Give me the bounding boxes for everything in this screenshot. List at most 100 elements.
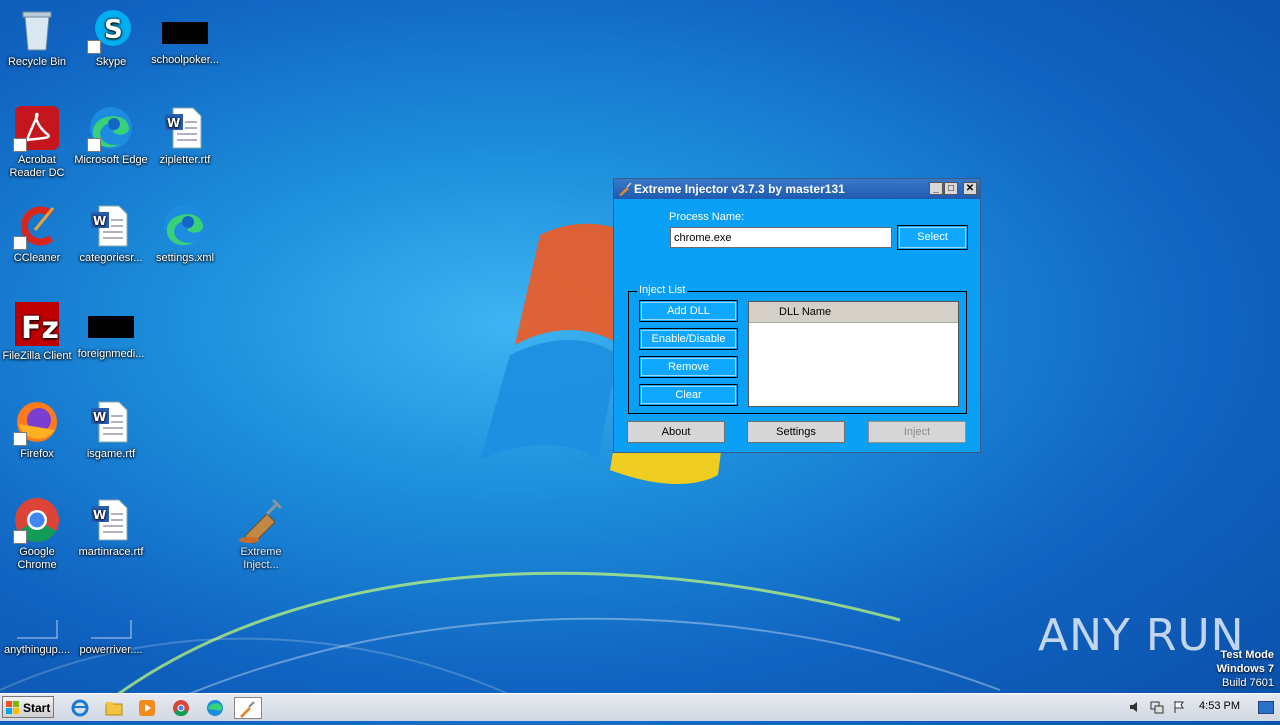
icon-label: foreignmedi... xyxy=(77,348,145,360)
window-title: Extreme Injector v3.7.3 by master131 xyxy=(634,182,845,196)
firefox-icon xyxy=(13,398,61,446)
select-button[interactable]: Select xyxy=(897,225,968,250)
desktop-icon-firefox[interactable]: Firefox xyxy=(0,398,74,461)
shortcut-arrow-icon xyxy=(13,432,27,446)
about-button[interactable]: About xyxy=(627,421,725,443)
desktop-icon-anythingup[interactable]: anythingup.... xyxy=(0,594,74,657)
icon-label: FileZilla Client xyxy=(2,350,72,362)
desktop-icon-edge[interactable]: Microsoft Edge xyxy=(74,104,148,167)
test-mode-text: Test Mode xyxy=(1220,649,1274,661)
word-doc-icon: W xyxy=(161,104,209,152)
desktop-icon-martinrace[interactable]: W martinrace.rtf xyxy=(74,496,148,559)
desktop-icon-skype[interactable]: S Skype xyxy=(74,6,148,69)
clock[interactable]: 4:53 PM xyxy=(1199,700,1240,712)
desktop-icon-recycle-bin[interactable]: Recycle Bin xyxy=(0,6,74,69)
desktop-icon-foreignmedi[interactable]: foreignmedi... xyxy=(74,300,148,361)
icon-label: Recycle Bin xyxy=(7,56,67,68)
taskbar-extreme-injector[interactable] xyxy=(234,697,262,719)
media-player-icon xyxy=(139,700,155,716)
remove-button[interactable]: Remove xyxy=(639,356,738,378)
desktop-icon-categoriesr[interactable]: W categoriesr... xyxy=(74,202,148,265)
start-button[interactable]: Start xyxy=(2,696,54,718)
svg-text:W: W xyxy=(167,116,180,130)
desktop-icon-zipletter[interactable]: W zipletter.rtf xyxy=(148,104,222,167)
enable-disable-button[interactable]: Enable/Disable xyxy=(639,328,738,350)
icon-label: isgame.rtf xyxy=(86,448,136,460)
desktop-icon-filezilla[interactable]: Fz FileZilla Client xyxy=(0,300,74,363)
icon-label: Extreme Inject... xyxy=(240,546,282,571)
inject-list-group: Inject List Add DLL Enable/Disable Remov… xyxy=(628,284,967,414)
ie-icon xyxy=(71,699,89,717)
os-version-text: Windows 7 xyxy=(1216,663,1274,675)
icon-label: Microsoft Edge xyxy=(74,154,148,166)
network-icon[interactable] xyxy=(1150,700,1164,714)
blank-file-icon xyxy=(87,594,135,642)
desktop-icon-schoolpoker[interactable]: schoolpoker... xyxy=(148,6,222,67)
desktop-icon-powerriver[interactable]: powerriver.... xyxy=(74,594,148,657)
action-center-flag-icon[interactable] xyxy=(1172,700,1186,714)
dll-list[interactable]: DLL Name xyxy=(748,301,959,407)
svg-text:Fz: Fz xyxy=(21,311,59,346)
svg-text:S: S xyxy=(104,15,123,45)
edge-icon xyxy=(161,202,209,250)
desktop-icon-ccleaner[interactable]: CCleaner xyxy=(0,202,74,265)
recycle-bin-icon xyxy=(13,6,61,54)
window-titlebar[interactable]: Extreme Injector v3.7.3 by master131 _ □… xyxy=(614,179,980,199)
shortcut-arrow-icon xyxy=(13,530,27,544)
anyrun-watermark: ANY RUN xyxy=(1038,610,1245,661)
acrobat-icon xyxy=(13,104,61,152)
word-doc-icon: W xyxy=(87,398,135,446)
speaker-icon[interactable] xyxy=(1128,700,1142,714)
os-info: Test Mode Windows 7 Build 7601 xyxy=(1217,648,1274,690)
desktop-icon-chrome[interactable]: Google Chrome xyxy=(0,496,74,572)
edge-icon xyxy=(207,700,223,716)
taskbar-media-player[interactable] xyxy=(135,697,159,719)
desktop-icon-acrobat[interactable]: Acrobat Reader DC xyxy=(0,104,74,180)
show-desktop-icon[interactable] xyxy=(1258,701,1274,714)
maximize-button[interactable]: □ xyxy=(944,182,958,195)
dll-name-column-header[interactable]: DLL Name xyxy=(749,302,958,323)
icon-label: Acrobat Reader DC xyxy=(9,154,65,179)
taskbar-explorer[interactable] xyxy=(102,697,126,719)
settings-button[interactable]: Settings xyxy=(747,421,845,443)
ccleaner-icon xyxy=(13,202,61,250)
svg-text:W: W xyxy=(93,508,106,522)
desktop-icon-extreme-injector[interactable]: Extreme Inject... xyxy=(224,496,298,572)
extreme-injector-window[interactable]: Extreme Injector v3.7.3 by master131 _ □… xyxy=(613,178,981,453)
start-label: Start xyxy=(23,701,51,715)
taskbar-edge[interactable] xyxy=(203,697,227,719)
desktop-icon-settings-xml[interactable]: settings.xml xyxy=(148,202,222,265)
shortcut-arrow-icon xyxy=(87,40,101,54)
icon-label: Google Chrome xyxy=(17,546,57,571)
desktop-icon-isgame[interactable]: W isgame.rtf xyxy=(74,398,148,461)
svg-text:W: W xyxy=(93,214,106,228)
edge-icon xyxy=(87,104,135,152)
icon-label: schoolpoker... xyxy=(151,54,219,66)
system-tray: 4:53 PM xyxy=(1120,694,1280,721)
taskbar-chrome[interactable] xyxy=(169,697,193,719)
windows-flag-icon xyxy=(6,701,19,714)
blank-file-icon xyxy=(13,594,61,642)
close-button[interactable]: ✕ xyxy=(963,182,977,195)
word-doc-icon: W xyxy=(87,202,135,250)
icon-label: Skype xyxy=(95,56,127,68)
syringe-icon xyxy=(237,496,285,545)
word-doc-icon: W xyxy=(87,496,135,544)
process-name-label: Process Name: xyxy=(669,211,745,223)
icon-label: anythingup.... xyxy=(3,644,71,656)
extreme-injector-icon xyxy=(240,701,255,718)
taskbar-ie[interactable] xyxy=(68,697,92,719)
minimize-button[interactable]: _ xyxy=(929,182,943,195)
taskbar: Start 4:53 PM xyxy=(0,693,1280,721)
chrome-icon xyxy=(13,496,61,544)
redacted-file-icon xyxy=(88,316,134,338)
icon-label: Firefox xyxy=(20,448,54,460)
build-text: Build 7601 xyxy=(1222,677,1274,689)
icon-label: categoriesr... xyxy=(79,252,143,264)
clear-button[interactable]: Clear xyxy=(639,384,738,406)
process-name-input[interactable] xyxy=(670,227,892,248)
add-dll-button[interactable]: Add DLL xyxy=(639,300,738,322)
redacted-file-icon xyxy=(162,22,208,44)
shortcut-arrow-icon xyxy=(13,138,27,152)
icon-label: CCleaner xyxy=(13,252,61,264)
